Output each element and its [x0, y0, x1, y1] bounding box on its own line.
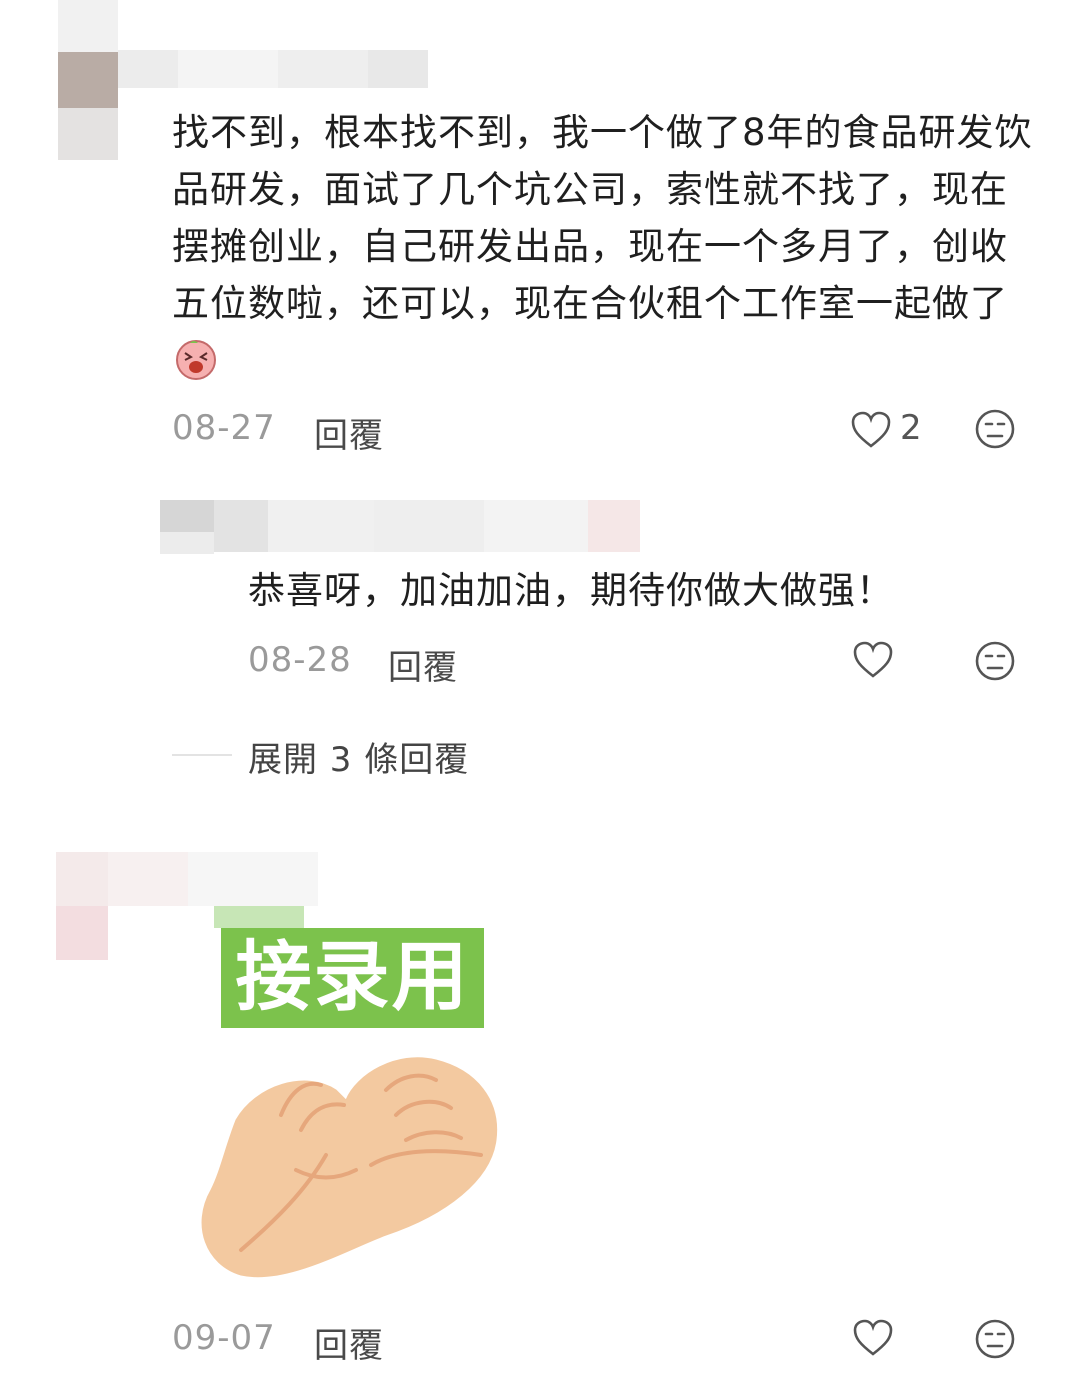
heart-outline-icon	[850, 410, 892, 454]
expand-replies-button[interactable]: 展開 3 條回覆	[248, 732, 469, 781]
laughing-face-emoji-icon	[174, 337, 218, 397]
reply-avatar[interactable]	[160, 500, 214, 554]
reply-like-button[interactable]	[852, 640, 894, 684]
comment-2-like-button[interactable]	[852, 1318, 894, 1362]
avatar-2[interactable]	[56, 852, 108, 960]
comment-2-reply-button[interactable]: 回覆	[314, 1318, 384, 1367]
comment-date: 08-27	[172, 408, 276, 448]
reply-dislike-button[interactable]	[974, 640, 1016, 686]
heart-outline-icon	[852, 1319, 894, 1362]
avatar[interactable]	[58, 0, 118, 160]
heart-outline-icon	[852, 641, 894, 684]
neutral-face-icon	[974, 1319, 1016, 1364]
comment-text: 找不到，根本找不到，我一个做了8年的食品研发饮品研发，面试了几个坑公司，索性就不…	[172, 104, 1040, 397]
neutral-face-icon	[974, 409, 1016, 454]
username[interactable]	[118, 50, 428, 88]
dislike-button[interactable]	[974, 408, 1016, 454]
sticker-label: 接录用	[221, 928, 484, 1028]
comment-2-dislike-button[interactable]	[974, 1318, 1016, 1364]
comment-2-date: 09-07	[172, 1318, 276, 1358]
username-2-accent	[214, 906, 304, 928]
reply-username[interactable]	[214, 500, 640, 552]
neutral-face-icon	[974, 641, 1016, 686]
expand-divider	[172, 754, 232, 756]
reply-button[interactable]: 回覆	[314, 408, 384, 457]
like-button[interactable]: 2	[850, 408, 930, 452]
like-count: 2	[900, 408, 922, 448]
reply-reply-button[interactable]: 回覆	[388, 640, 458, 689]
comment-body: 找不到，根本找不到，我一个做了8年的食品研发饮品研发，面试了几个坑公司，索性就不…	[172, 111, 1033, 325]
reply-date: 08-28	[248, 640, 352, 680]
username-2[interactable]	[108, 852, 318, 906]
reply-text: 恭喜呀，加油加油，期待你做大做强！	[248, 569, 894, 612]
open-hands-icon	[196, 1030, 516, 1294]
